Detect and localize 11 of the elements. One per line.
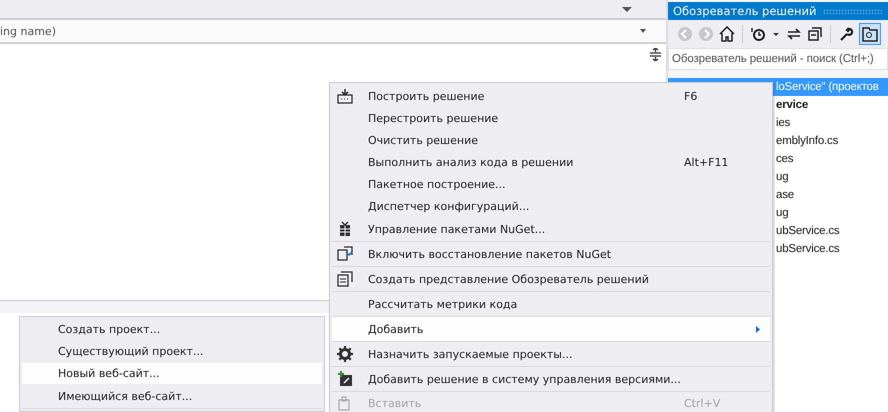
panel-title: Обозреватель решений: [673, 4, 816, 18]
tree-item-label: ug: [776, 170, 788, 185]
tree-item-label: ase: [776, 188, 794, 203]
tree-item-label: ubService.cs: [776, 224, 840, 239]
combo-text: ing name): [0, 24, 56, 38]
tree-item-label: loService" (проектов: [776, 80, 879, 95]
tree-item-label: ies: [776, 116, 790, 131]
tree-item-label: emblyInfo.cs: [776, 134, 838, 149]
tree-item-label: ervice: [776, 98, 808, 113]
tree-item-label: ubService.cs: [776, 242, 840, 257]
tree-item-label: ug: [776, 206, 788, 221]
